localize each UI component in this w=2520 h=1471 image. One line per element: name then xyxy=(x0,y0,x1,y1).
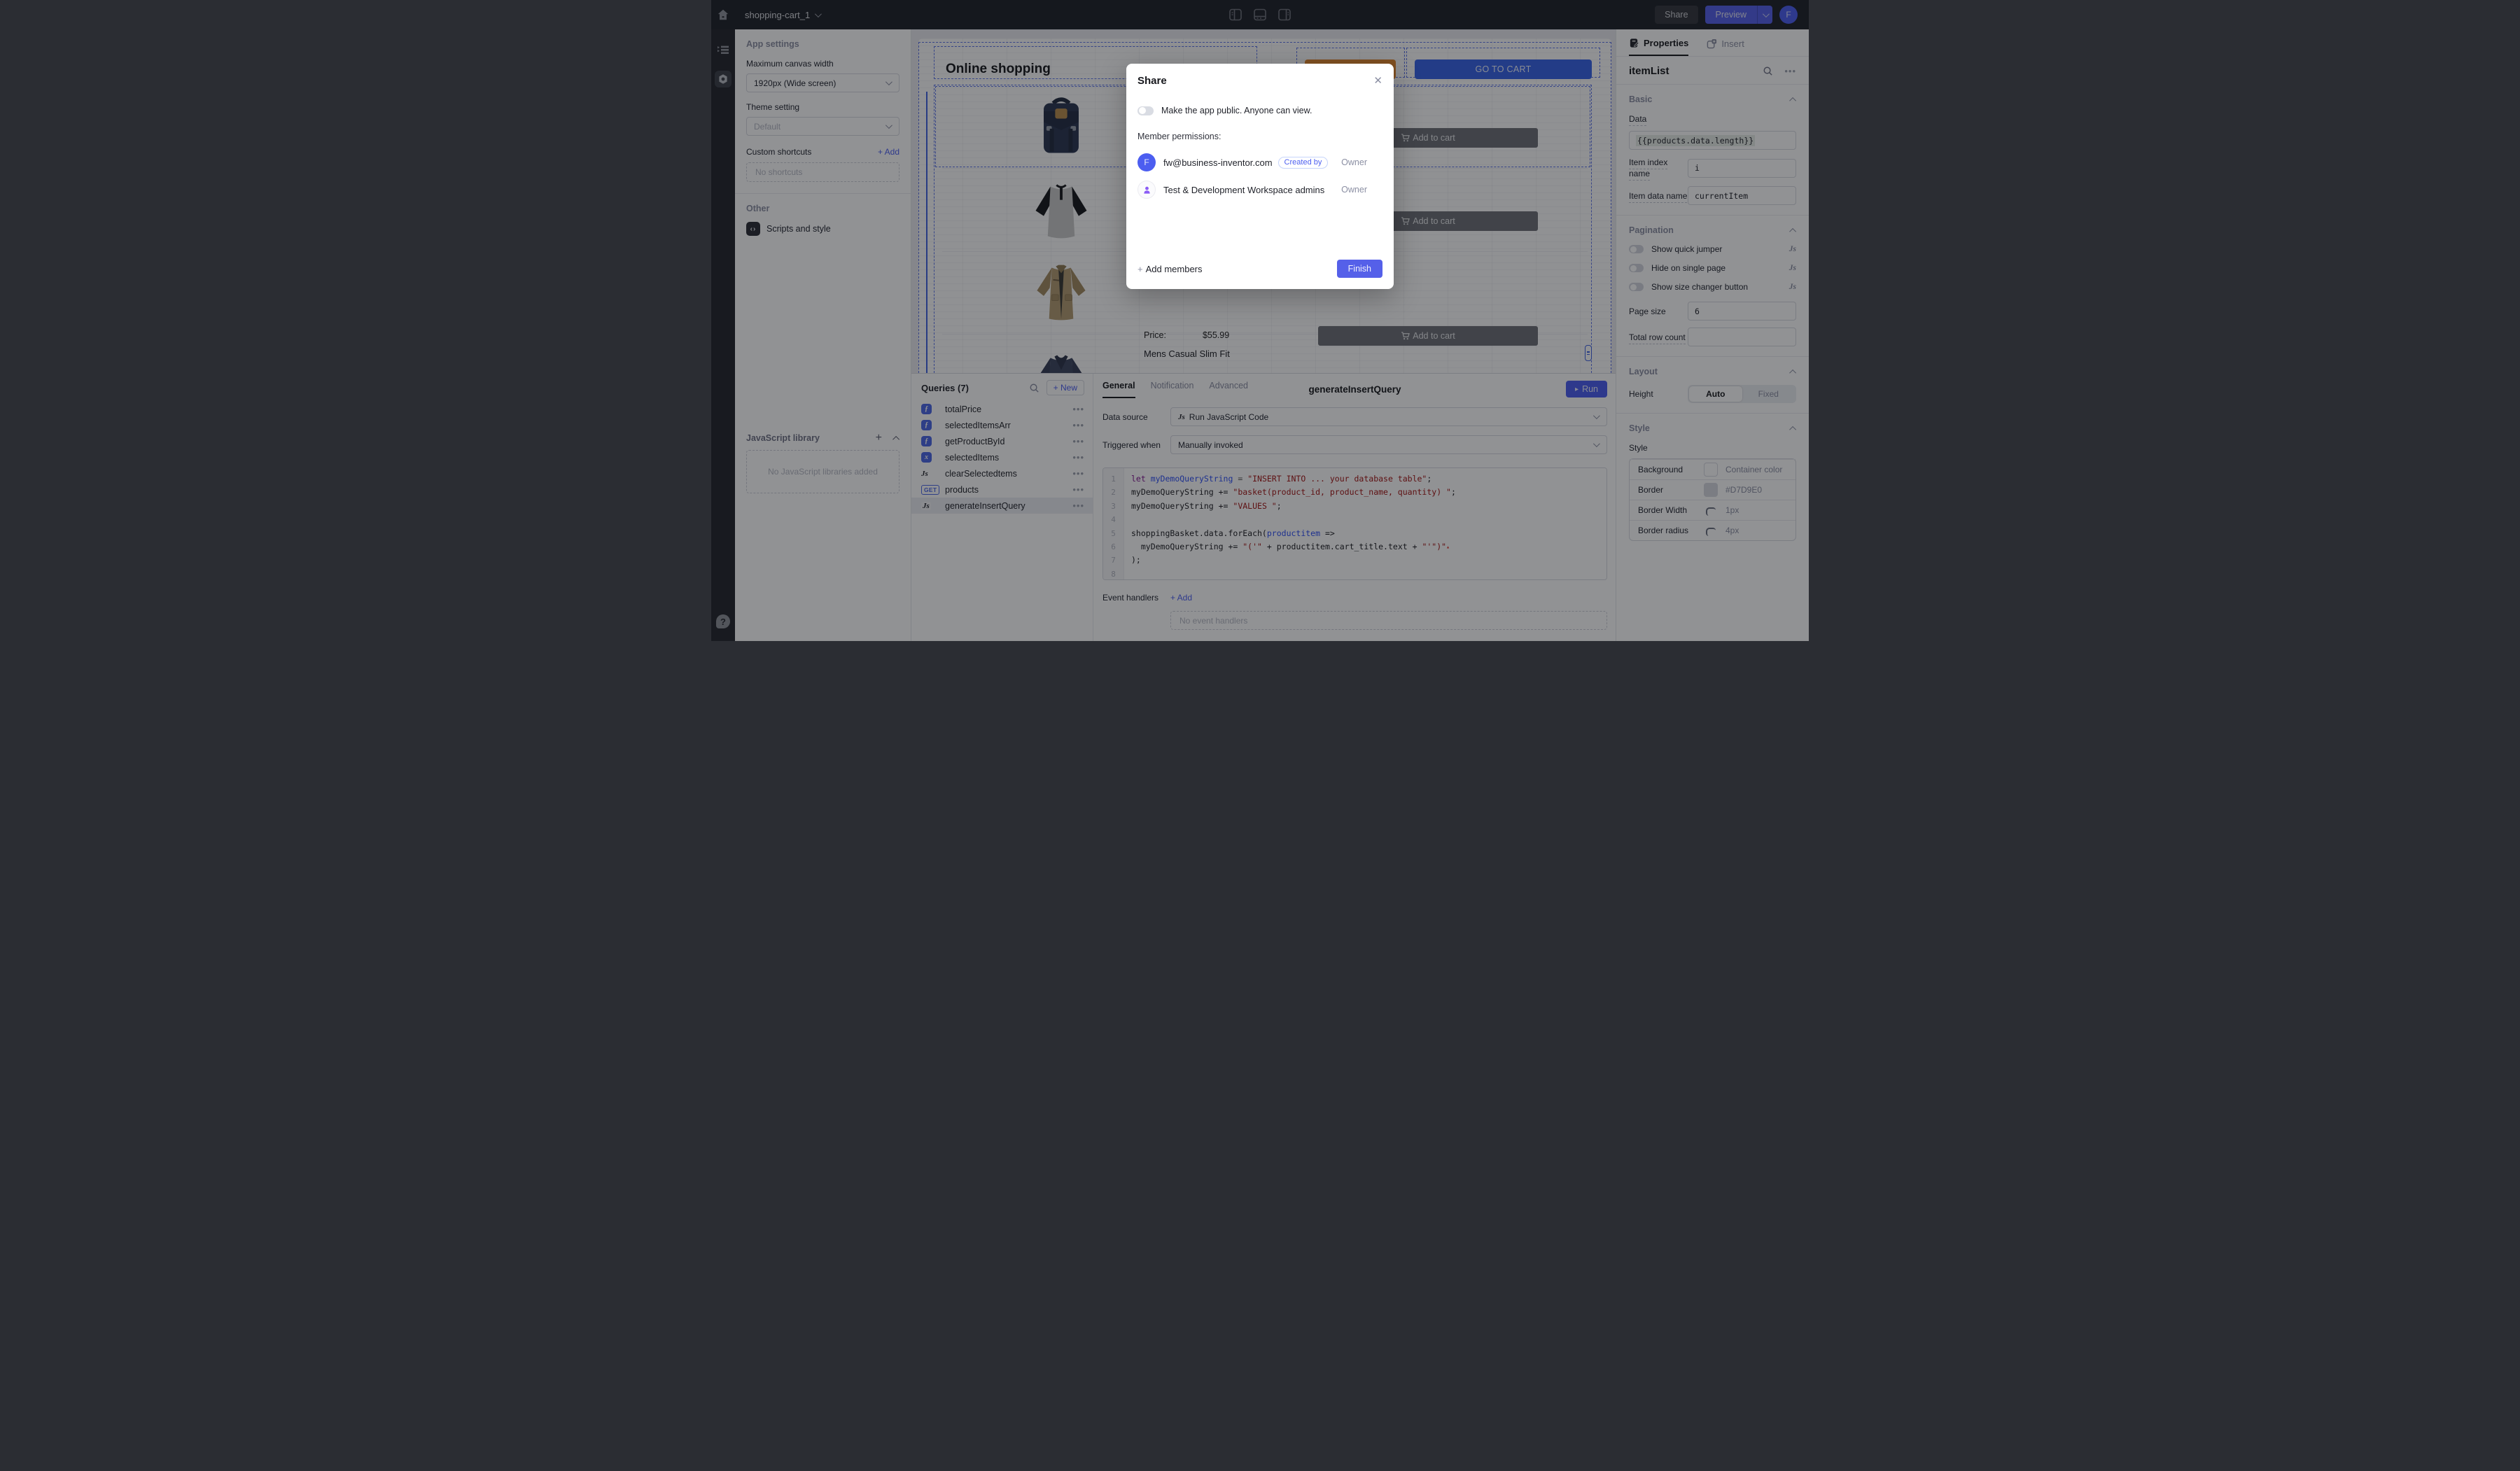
created-by-badge: Created by xyxy=(1278,157,1329,169)
member-role[interactable]: Owner xyxy=(1341,185,1367,195)
member-permissions-label: Member permissions: xyxy=(1138,132,1382,141)
finish-button[interactable]: Finish xyxy=(1337,260,1382,278)
member-avatar: F xyxy=(1138,153,1156,171)
make-public-label: Make the app public. Anyone can view. xyxy=(1161,106,1312,115)
app-window: shopping-cart_1 Share Preview F ? App se… xyxy=(711,0,1809,641)
member-role[interactable]: Owner xyxy=(1341,157,1367,167)
member-name: fw@business-inventor.com xyxy=(1163,157,1273,168)
plus-icon: + xyxy=(1138,264,1143,274)
member-avatar xyxy=(1138,181,1156,199)
group-person-icon xyxy=(1142,185,1152,195)
close-icon[interactable]: ✕ xyxy=(1373,76,1382,86)
make-public-toggle-off[interactable] xyxy=(1138,106,1154,115)
member-row: Test & Development Workspace admins Owne… xyxy=(1138,181,1382,199)
share-modal-title: Share xyxy=(1138,75,1167,87)
member-row: F fw@business-inventor.com Created by Ow… xyxy=(1138,153,1382,171)
avatar-initial: F xyxy=(1144,157,1149,167)
member-list: F fw@business-inventor.com Created by Ow… xyxy=(1138,144,1382,199)
share-modal: Share ✕ Make the app public. Anyone can … xyxy=(1126,64,1394,289)
member-name: Test & Development Workspace admins xyxy=(1163,185,1324,195)
add-members-button[interactable]: +Add members xyxy=(1138,264,1203,274)
